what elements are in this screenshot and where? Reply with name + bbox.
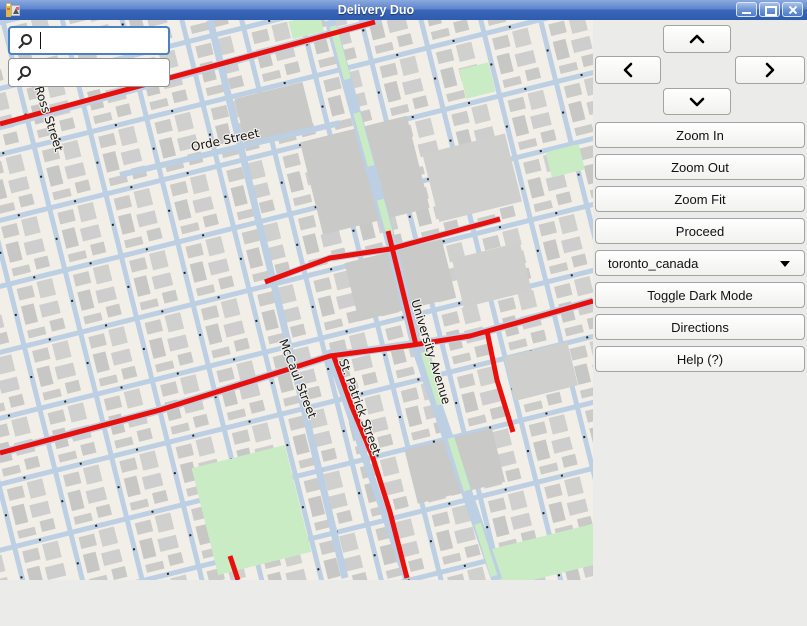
pan-right-button[interactable] [735, 56, 805, 84]
map-area: Ross StreetOrde StreetMcCaul StreetSt. P… [0, 20, 593, 580]
search-icon [18, 66, 32, 80]
minimize-button[interactable] [736, 2, 757, 17]
app-window: Delivery Duo [0, 0, 807, 626]
pan-down-button[interactable] [663, 88, 731, 115]
dropdown-arrow-icon [780, 261, 790, 267]
help-button[interactable]: Help (?) [595, 346, 805, 372]
titlebar: Delivery Duo [0, 0, 807, 21]
chevron-left-icon [622, 61, 634, 79]
text-caret [40, 32, 41, 49]
close-button[interactable] [782, 2, 803, 17]
map-canvas[interactable]: Ross StreetOrde StreetMcCaul StreetSt. P… [0, 20, 593, 580]
map-select-dropdown[interactable]: toronto_canada [595, 250, 805, 276]
pan-left-button[interactable] [595, 56, 661, 84]
chevron-right-icon [764, 61, 776, 79]
control-panel: Zoom In Zoom Out Zoom Fit Proceed toront… [593, 20, 807, 626]
chevron-down-icon [688, 96, 706, 108]
search-input-origin[interactable] [45, 32, 168, 49]
map-select-value: toronto_canada [608, 256, 698, 271]
pan-up-button[interactable] [663, 25, 731, 53]
zoom-in-button[interactable]: Zoom In [595, 122, 805, 148]
zoom-out-button[interactable]: Zoom Out [595, 154, 805, 180]
directions-button[interactable]: Directions [595, 314, 805, 340]
search-input-destination[interactable] [36, 64, 169, 81]
zoom-fit-button[interactable]: Zoom Fit [595, 186, 805, 212]
toggle-dark-mode-button[interactable]: Toggle Dark Mode [595, 282, 805, 308]
search-icon [19, 34, 33, 48]
window-title: Delivery Duo [0, 3, 752, 17]
maximize-button[interactable] [759, 2, 780, 17]
proceed-button[interactable]: Proceed [595, 218, 805, 244]
search-box-destination [8, 58, 170, 87]
chevron-up-icon [688, 33, 706, 45]
search-box-origin [8, 26, 170, 55]
